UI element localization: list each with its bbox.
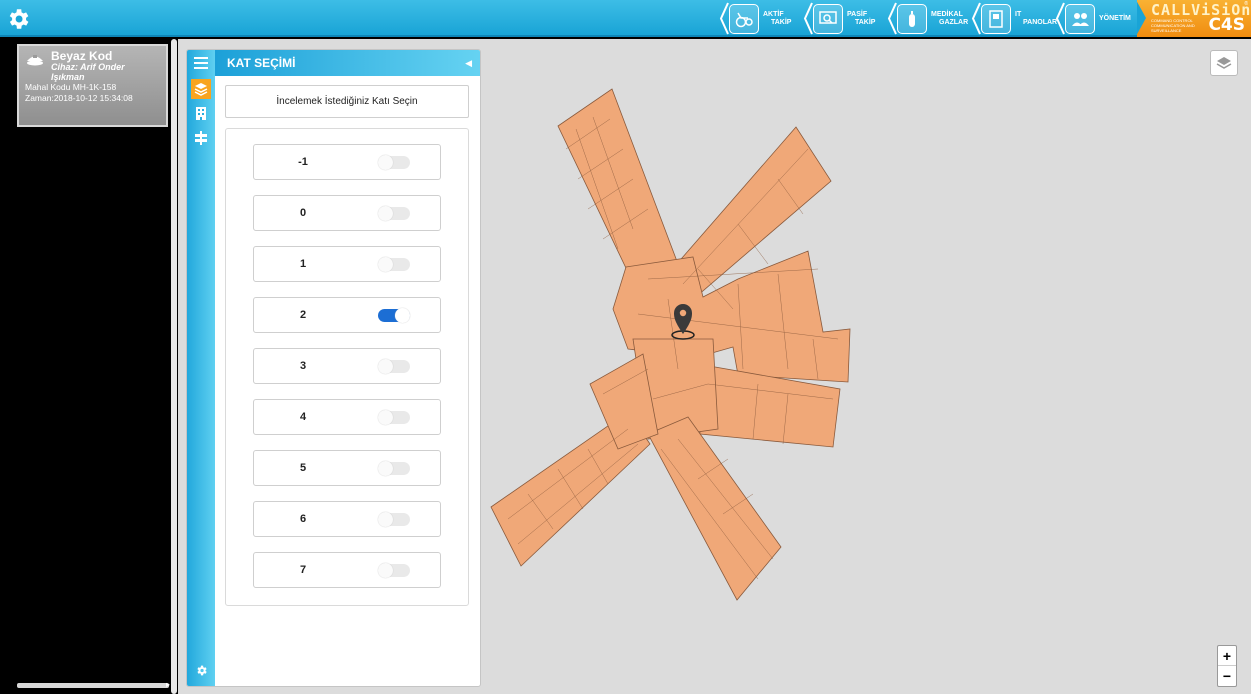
floor-row[interactable]: 1 (253, 246, 441, 282)
signpost-icon[interactable] (191, 128, 211, 148)
nav-label-line1: IT (1015, 10, 1022, 18)
floor-label: 6 (299, 513, 307, 525)
nav-medikal-gazlar[interactable]: MEDİKAL GAZLAR (887, 0, 969, 37)
zoom-in-button[interactable]: + (1218, 646, 1236, 666)
alert-panel: Beyaz Kod Cihaz: Arif Onder Işıkman Maha… (0, 39, 178, 694)
gear-icon (9, 8, 29, 29)
floor-list: -1 0 1 2 3 4 5 6 7 (225, 128, 469, 606)
floor-label: 5 (299, 462, 307, 474)
floor-label: 4 (299, 411, 307, 423)
gear-icon (197, 665, 207, 676)
wheelchair-icon (729, 3, 759, 34)
floor-toggle[interactable] (378, 206, 410, 221)
nav-label-line1: YÖNETİM (1099, 14, 1131, 22)
floor-label: 2 (299, 309, 307, 321)
alert-time: Zaman:2018-10-12 15:34:08 (25, 93, 133, 103)
floor-toggle[interactable] (378, 257, 410, 272)
brand-tagline: COMMAND CONTROL COMMUNICATION AND SURVEI… (1151, 18, 1195, 33)
menu-icon[interactable] (191, 53, 211, 73)
chevron-left-icon (1055, 2, 1065, 35)
layers-button[interactable] (1210, 50, 1238, 76)
brand-registered: ® (1244, 1, 1248, 7)
nav-label-line1: MEDİKAL (931, 10, 963, 18)
scroll-right-arrow-icon[interactable]: ▸ (166, 680, 170, 689)
panel-icon (981, 3, 1011, 34)
alert-card[interactable]: Beyaz Kod Cihaz: Arif Onder Işıkman Maha… (17, 44, 168, 127)
panel-settings-button[interactable] (195, 664, 208, 682)
floor-row[interactable]: 7 (253, 552, 441, 588)
nav-label-line2: PANOLAR (1023, 18, 1058, 26)
alert-device: Cihaz: Arif Onder Işıkman (51, 62, 125, 82)
floor-toggle[interactable] (378, 512, 410, 527)
floor-row[interactable]: 5 (253, 450, 441, 486)
zoom-out-button[interactable]: − (1218, 666, 1236, 686)
floor-toggle[interactable] (378, 308, 410, 323)
layers-icon (1216, 57, 1232, 69)
floor-label: 1 (299, 258, 307, 270)
building-footprint (490, 88, 851, 601)
floor-toggle[interactable] (378, 410, 410, 425)
nav-label-line2: TAKİP (855, 18, 876, 26)
chevron-left-icon (719, 2, 729, 35)
floor-row[interactable]: -1 (253, 144, 441, 180)
horizontal-scrollbar[interactable] (17, 683, 169, 688)
nav-aktif-takip[interactable]: AKTİF TAKİP (719, 0, 797, 37)
nav-yonetim[interactable]: YÖNETİM (1055, 0, 1133, 37)
floor-toggle[interactable] (378, 155, 410, 170)
chevron-left-icon (971, 2, 981, 35)
floor-row[interactable]: 0 (253, 195, 441, 231)
settings-gear-button[interactable] (0, 0, 36, 37)
se-wing (647, 416, 782, 601)
floor-label: 7 (299, 564, 307, 576)
chevron-left-icon (887, 2, 897, 35)
gas-cylinder-icon (897, 3, 927, 34)
floor-row[interactable]: 2 (253, 297, 441, 333)
nav-pasif-takip[interactable]: PASİF TAKİP (803, 0, 881, 37)
nav-label-line1: AKTİF (763, 10, 784, 18)
floor-label: -1 (298, 156, 308, 168)
nav-label-line2: GAZLAR (939, 18, 969, 26)
floor-toggle[interactable] (378, 563, 410, 578)
brand-c4s: C4S (1208, 15, 1245, 35)
floor-label: 3 (299, 360, 307, 372)
floor-row[interactable]: 6 (253, 501, 441, 537)
alert-title: Beyaz Kod (51, 49, 113, 63)
panel-tool-strip (187, 50, 215, 686)
chevron-left-icon (803, 2, 813, 35)
panel-title: KAT SEÇİMİ (227, 56, 296, 70)
nav-label-line2: TAKİP (771, 18, 792, 26)
nav-it-panolar[interactable]: IT PANOLAR (971, 0, 1058, 37)
top-bar: AKTİF TAKİP PASİF TAKİP MEDİKAL GAZLAR I… (0, 0, 1251, 37)
floor-toggle[interactable] (378, 359, 410, 374)
top-nav: AKTİF TAKİP PASİF TAKİP MEDİKAL GAZLAR I… (713, 0, 1133, 37)
floor-row[interactable]: 3 (253, 348, 441, 384)
building-icon[interactable] (191, 103, 211, 123)
nurse-cap-icon (27, 55, 43, 66)
panel-header: KAT SEÇİMİ ◀ (215, 50, 480, 76)
monitor-search-icon (813, 3, 843, 34)
floor-row[interactable]: 4 (253, 399, 441, 435)
floor-selection-panel: KAT SEÇİMİ ◀ İncelemek İstediğiniz Katı … (186, 49, 481, 687)
alert-location: Mahal Kodu MH-1K-158 (25, 82, 117, 92)
nav-label-line1: PASİF (847, 10, 868, 18)
collapse-arrow-icon[interactable]: ◀ (465, 50, 472, 76)
layers-tab-icon[interactable] (191, 79, 211, 99)
floor-toggle[interactable] (378, 461, 410, 476)
floor-select-button[interactable]: İncelemek İstediğiniz Katı Seçin (225, 85, 469, 118)
brand-logo: CALLViSiOn ® COMMAND CONTROL COMMUNICATI… (1137, 0, 1251, 37)
zoom-control: + − (1217, 645, 1237, 687)
floor-label: 0 (299, 207, 307, 219)
users-icon (1065, 3, 1095, 34)
vertical-scrollbar[interactable] (171, 39, 177, 694)
